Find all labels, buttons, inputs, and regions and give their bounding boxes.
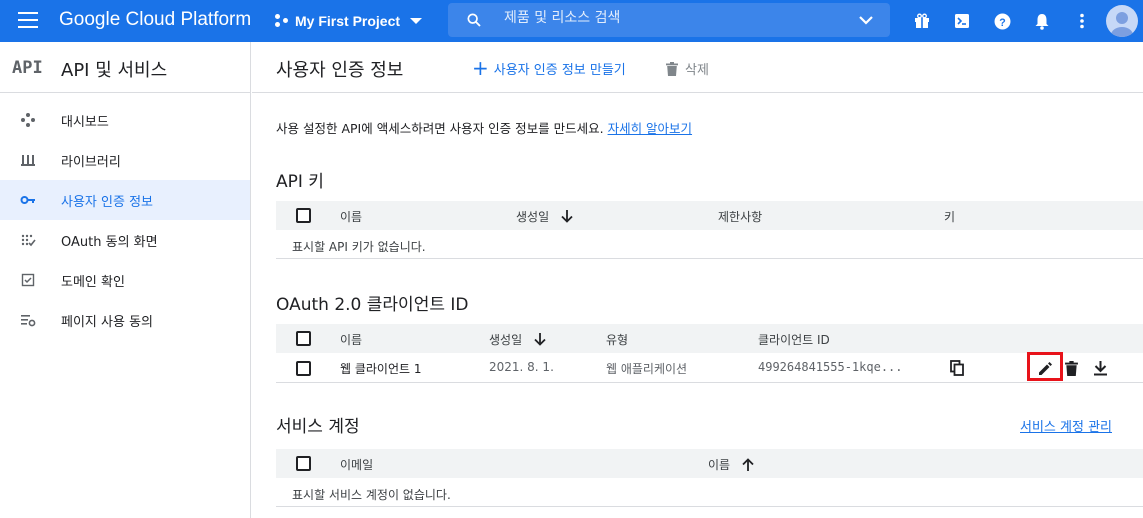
key-icon <box>20 196 35 204</box>
project-selector[interactable]: My First Project <box>275 7 423 35</box>
help-icon[interactable]: ? <box>990 9 1014 33</box>
caret-down-icon <box>410 18 423 24</box>
empty-message: 표시할 서비스 계정이 없습니다. <box>276 478 1143 507</box>
more-vert-icon[interactable] <box>1070 9 1094 33</box>
row-checkbox[interactable] <box>296 361 311 376</box>
api-keys-table: 이름 생성일 제한사항 키 표시할 API 키가 없습니다. <box>276 201 1143 259</box>
sidebar-title: API 및 서비스 <box>61 60 168 81</box>
sidebar-item-credentials[interactable]: 사용자 인증 정보 <box>0 180 250 220</box>
search-bar[interactable] <box>448 3 890 37</box>
project-name: My First Project <box>295 13 401 29</box>
service-accounts-table: 이메일 이름 표시할 서비스 계정이 없습니다. <box>276 449 1143 507</box>
api-keys-title: API 키 <box>276 172 324 192</box>
project-icon <box>275 14 289 28</box>
sidebar-item-page-agreements[interactable]: 페이지 사용 동의 <box>0 300 250 340</box>
column-header-name-label: 이름 <box>708 458 731 472</box>
sidebar-item-label: OAuth 동의 화면 <box>61 235 158 250</box>
select-all-checkbox[interactable] <box>296 331 311 346</box>
sidebar-item-label: 사용자 인증 정보 <box>61 195 153 210</box>
download-icon[interactable] <box>1090 358 1110 378</box>
arrow-down-icon <box>561 210 573 223</box>
learn-more-link[interactable]: 자세히 알아보기 <box>608 121 692 136</box>
client-id-value: 499264841555-1kqe... <box>758 360 903 374</box>
main-content: 사용자 인증 정보 + 사용자 인증 정보 만들기 삭제 사용 설정한 API에… <box>252 42 1143 518</box>
page-header: 사용자 인증 정보 + 사용자 인증 정보 만들기 삭제 <box>252 42 1143 93</box>
brand-title[interactable]: Google Cloud Platform <box>59 9 251 31</box>
top-app-bar: Google Cloud Platform My First Project ? <box>0 0 1143 42</box>
api-logo-icon: API <box>12 58 43 78</box>
search-icon <box>467 13 481 27</box>
column-header-key[interactable]: 키 <box>944 208 955 225</box>
intro-description: 사용 설정한 API에 액세스하려면 사용자 인증 정보를 만드세요. <box>276 121 604 136</box>
sidebar: API API 및 서비스 대시보드 라이브러리 사용자 인증 정보 OAuth… <box>0 42 251 518</box>
sidebar-item-oauth-consent[interactable]: OAuth 동의 화면 <box>0 220 250 260</box>
page-agreement-icon <box>21 315 36 327</box>
delete-button[interactable]: 삭제 <box>666 59 709 78</box>
table-row[interactable]: 웹 클라이언트 1 2021. 8. 1. 웹 애플리케이션 499264841… <box>276 352 1143 383</box>
edit-pencil-icon[interactable] <box>1035 358 1055 378</box>
create-credentials-button[interactable]: + 사용자 인증 정보 만들기 <box>472 56 626 80</box>
dashboard-icon <box>21 113 35 127</box>
search-input[interactable] <box>504 10 834 26</box>
table-header: 이메일 이름 <box>276 449 1143 478</box>
sidebar-item-library[interactable]: 라이브러리 <box>0 140 250 180</box>
oauth-consent-icon <box>21 234 36 247</box>
delete-label: 삭제 <box>685 63 709 78</box>
api-keys-empty-text: 표시할 API 키가 없습니다. <box>292 240 426 254</box>
column-header-created-label: 생성일 <box>516 210 550 224</box>
column-header-type[interactable]: 유형 <box>606 331 628 348</box>
service-accounts-title: 서비스 계정 <box>276 417 360 437</box>
library-icon <box>21 155 35 166</box>
intro-text: 사용 설정한 API에 액세스하려면 사용자 인증 정보를 만드세요. 자세히 … <box>276 118 692 137</box>
empty-message: 표시할 API 키가 없습니다. <box>276 230 1143 259</box>
service-accounts-empty-text: 표시할 서비스 계정이 없습니다. <box>292 488 451 502</box>
manage-service-accounts-link[interactable]: 서비스 계정 관리 <box>1020 416 1112 435</box>
sidebar-item-label: 페이지 사용 동의 <box>61 315 153 330</box>
column-header-name[interactable]: 이름 <box>708 456 754 473</box>
table-header: 이름 생성일 유형 클라이언트 ID <box>276 324 1143 353</box>
copy-icon[interactable] <box>947 358 967 378</box>
column-header-created[interactable]: 생성일 <box>489 331 546 348</box>
svg-text:?: ? <box>999 16 1005 28</box>
sidebar-item-domain-verification[interactable]: 도메인 확인 <box>0 260 250 300</box>
column-header-created-label: 생성일 <box>489 333 523 347</box>
client-type: 웹 애플리케이션 <box>606 362 688 376</box>
select-all-checkbox[interactable] <box>296 208 311 223</box>
arrow-up-icon <box>742 458 754 471</box>
cloud-shell-icon[interactable] <box>950 9 974 33</box>
sidebar-item-label: 도메인 확인 <box>61 275 125 290</box>
column-header-restrictions[interactable]: 제한사항 <box>718 208 762 225</box>
gift-icon[interactable] <box>910 9 934 33</box>
oauth-clients-table: 이름 생성일 유형 클라이언트 ID 웹 클라이언트 1 2021. 8. 1.… <box>276 324 1143 383</box>
column-header-created[interactable]: 생성일 <box>516 208 573 225</box>
table-header: 이름 생성일 제한사항 키 <box>276 201 1143 230</box>
sidebar-header: API API 및 서비스 <box>0 42 250 93</box>
delete-trash-icon[interactable] <box>1061 358 1081 378</box>
notifications-bell-icon[interactable] <box>1030 9 1054 33</box>
column-header-name[interactable]: 이름 <box>340 208 362 225</box>
create-credentials-label: 사용자 인증 정보 만들기 <box>493 63 626 78</box>
client-name-link[interactable]: 웹 클라이언트 1 <box>340 360 422 377</box>
sidebar-item-dashboard[interactable]: 대시보드 <box>0 100 250 140</box>
oauth-title: OAuth 2.0 클라이언트 ID <box>276 295 469 315</box>
sidebar-item-label: 라이브러리 <box>61 155 121 170</box>
domain-check-icon <box>21 273 35 287</box>
arrow-down-icon <box>534 333 546 346</box>
account-avatar[interactable] <box>1106 5 1138 37</box>
page-title: 사용자 인증 정보 <box>276 60 404 81</box>
menu-icon[interactable] <box>18 12 38 28</box>
plus-icon: + <box>472 56 489 80</box>
client-created-date: 2021. 8. 1. <box>489 360 554 374</box>
column-header-email[interactable]: 이메일 <box>340 456 373 473</box>
sidebar-item-label: 대시보드 <box>61 115 109 130</box>
chevron-down-icon[interactable] <box>858 14 874 26</box>
column-header-name[interactable]: 이름 <box>340 331 362 348</box>
column-header-client-id[interactable]: 클라이언트 ID <box>758 331 830 348</box>
select-all-checkbox[interactable] <box>296 456 311 471</box>
trash-icon <box>666 61 678 76</box>
